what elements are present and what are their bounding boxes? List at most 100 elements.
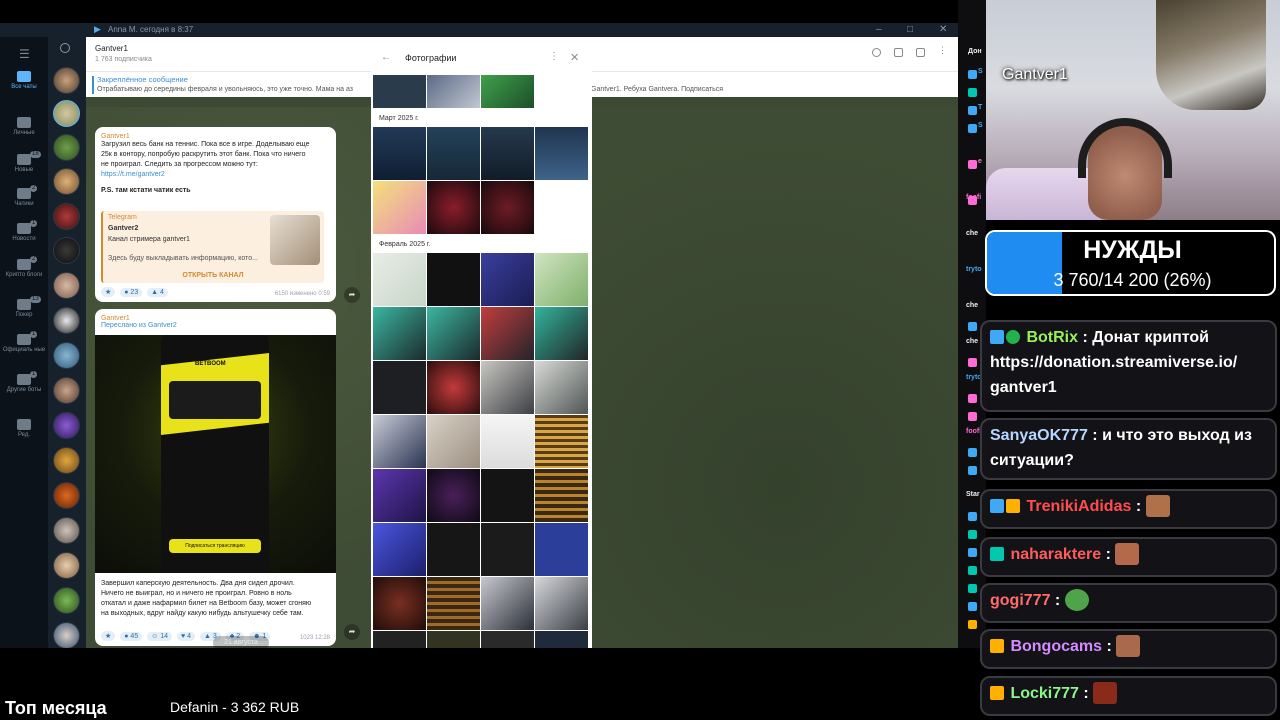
chat-avatar[interactable]	[53, 67, 80, 94]
folder-official[interactable]: 1 Официаль ные	[0, 331, 48, 354]
forward-icon[interactable]: ➦	[344, 287, 360, 303]
photo-thumbnail[interactable]	[481, 415, 534, 468]
close-icon[interactable]: ✕	[570, 51, 579, 64]
chat-avatar-active[interactable]	[53, 100, 80, 127]
photo-thumbnail[interactable]	[535, 577, 588, 630]
chat-title[interactable]: Gantver1	[95, 44, 128, 53]
photo-thumbnail[interactable]	[535, 631, 588, 648]
chat-avatar[interactable]	[53, 203, 80, 230]
chat-username[interactable]: Bongocams	[1010, 638, 1102, 655]
menu-icon[interactable]: ☰	[19, 47, 30, 61]
chat-avatar[interactable]	[53, 447, 80, 474]
chat-avatar[interactable]	[53, 587, 80, 614]
maximize-button[interactable]: □	[907, 24, 913, 35]
photo-thumbnail[interactable]	[373, 415, 426, 468]
folder-edit[interactable]: Ред.	[0, 419, 48, 439]
photo-thumbnail[interactable]	[481, 577, 534, 630]
chat-avatar[interactable]	[53, 552, 80, 579]
post-link[interactable]: https://t.me/gantver2	[101, 170, 331, 180]
photo-thumbnail[interactable]	[427, 253, 480, 306]
photo-thumbnail[interactable]	[427, 469, 480, 522]
photo-thumbnail[interactable]	[427, 415, 480, 468]
photo-thumbnail[interactable]	[373, 523, 426, 576]
photo-thumbnail[interactable]	[481, 631, 534, 648]
photo-thumbnail[interactable]	[481, 307, 534, 360]
post-author[interactable]: Gantver1	[101, 315, 177, 322]
folder-crypto[interactable]: 2 Крипто блоги	[0, 256, 48, 279]
post-image[interactable]: BETBOOM Подписаться трансляцию	[95, 335, 336, 573]
photo-thumbnail[interactable]	[481, 361, 534, 414]
chat-avatar[interactable]	[53, 482, 80, 509]
forwarded-source[interactable]: Gantver2	[148, 322, 177, 329]
photo-thumbnail[interactable]	[535, 415, 588, 468]
photo-thumbnail[interactable]	[481, 181, 534, 234]
chat-avatar[interactable]	[53, 237, 80, 264]
photo-thumbnail[interactable]	[373, 253, 426, 306]
photo-thumbnail[interactable]	[373, 307, 426, 360]
comments-icon[interactable]	[894, 48, 903, 57]
sidebar-toggle-icon[interactable]	[916, 48, 925, 57]
reaction-chip[interactable]: ★	[101, 287, 116, 297]
chat-avatar[interactable]	[53, 134, 80, 161]
photo-thumbnail[interactable]	[481, 523, 534, 576]
forward-icon[interactable]: ➦	[344, 624, 360, 640]
photo-thumbnail[interactable]	[427, 75, 480, 108]
folder-bots[interactable]: 1 Другие боты	[0, 371, 48, 394]
photo-thumbnail[interactable]	[427, 361, 480, 414]
photo-thumbnail[interactable]	[427, 523, 480, 576]
chat-username[interactable]: Locki777	[1010, 685, 1078, 702]
photo-thumbnail[interactable]	[535, 469, 588, 522]
photo-thumbnail[interactable]	[481, 75, 534, 108]
more-vertical-icon[interactable]: ⋮	[549, 51, 559, 62]
photo-thumbnail[interactable]	[373, 181, 426, 234]
reaction-chip[interactable]: ★	[101, 631, 116, 641]
search-icon[interactable]	[60, 43, 70, 53]
photo-thumbnail[interactable]	[481, 253, 534, 306]
post-author[interactable]: Gantver1	[101, 133, 331, 140]
folder-chats[interactable]: 2 Чатики	[0, 185, 48, 208]
chat-username[interactable]: gogi777	[990, 592, 1050, 609]
photo-thumbnail[interactable]	[373, 127, 426, 180]
chat-avatar[interactable]	[53, 377, 80, 404]
photo-thumbnail[interactable]	[481, 127, 534, 180]
photo-thumbnail[interactable]	[535, 523, 588, 576]
photo-thumbnail[interactable]	[535, 361, 588, 414]
reaction-chip[interactable]: ☺ 14	[147, 632, 173, 641]
photo-thumbnail[interactable]	[373, 577, 426, 630]
chat-username[interactable]: BotRix	[1026, 329, 1078, 346]
reaction-chip[interactable]: ▲ 4	[147, 288, 168, 297]
chat-avatar[interactable]	[53, 168, 80, 195]
folder-personal[interactable]: Личные	[0, 117, 48, 137]
photo-thumbnail[interactable]	[373, 361, 426, 414]
photo-thumbnail[interactable]	[427, 577, 480, 630]
folder-news[interactable]: 1 Новости	[0, 220, 48, 243]
folder-new[interactable]: 18 Новые	[0, 151, 48, 174]
search-icon[interactable]	[872, 48, 881, 57]
close-window-button[interactable]: ✕	[939, 24, 947, 35]
chat-avatar[interactable]	[53, 412, 80, 439]
more-vertical-icon[interactable]: ⋮	[938, 45, 947, 55]
photo-thumbnail[interactable]	[481, 469, 534, 522]
folder-poker[interactable]: 13 Покер	[0, 296, 48, 319]
photo-thumbnail[interactable]	[427, 307, 480, 360]
arrow-left-icon[interactable]: ←	[381, 52, 391, 63]
photo-thumbnail[interactable]	[535, 307, 588, 360]
photo-thumbnail[interactable]	[535, 127, 588, 180]
photo-thumbnail[interactable]	[535, 253, 588, 306]
chat-avatar[interactable]	[53, 272, 80, 299]
reaction-chip[interactable]: ● 23	[120, 288, 143, 297]
minimize-button[interactable]: –	[876, 24, 882, 35]
photo-thumbnail[interactable]	[373, 631, 426, 648]
chat-username[interactable]: naharaktere	[1010, 546, 1101, 563]
photo-thumbnail[interactable]	[427, 181, 480, 234]
photo-thumbnail[interactable]	[373, 469, 426, 522]
photo-thumbnail[interactable]	[373, 75, 426, 108]
folder-all-chats[interactable]: Все чаты	[0, 71, 48, 91]
reaction-chip[interactable]: ● 45	[120, 632, 143, 641]
chat-username[interactable]: TrenikiAdidas	[1026, 498, 1131, 515]
photo-thumbnail[interactable]	[427, 631, 480, 648]
photo-thumbnail[interactable]	[427, 127, 480, 180]
chat-username[interactable]: SanyaOK777	[990, 427, 1088, 444]
chat-avatar[interactable]	[53, 622, 80, 648]
chat-avatar[interactable]	[53, 342, 80, 369]
